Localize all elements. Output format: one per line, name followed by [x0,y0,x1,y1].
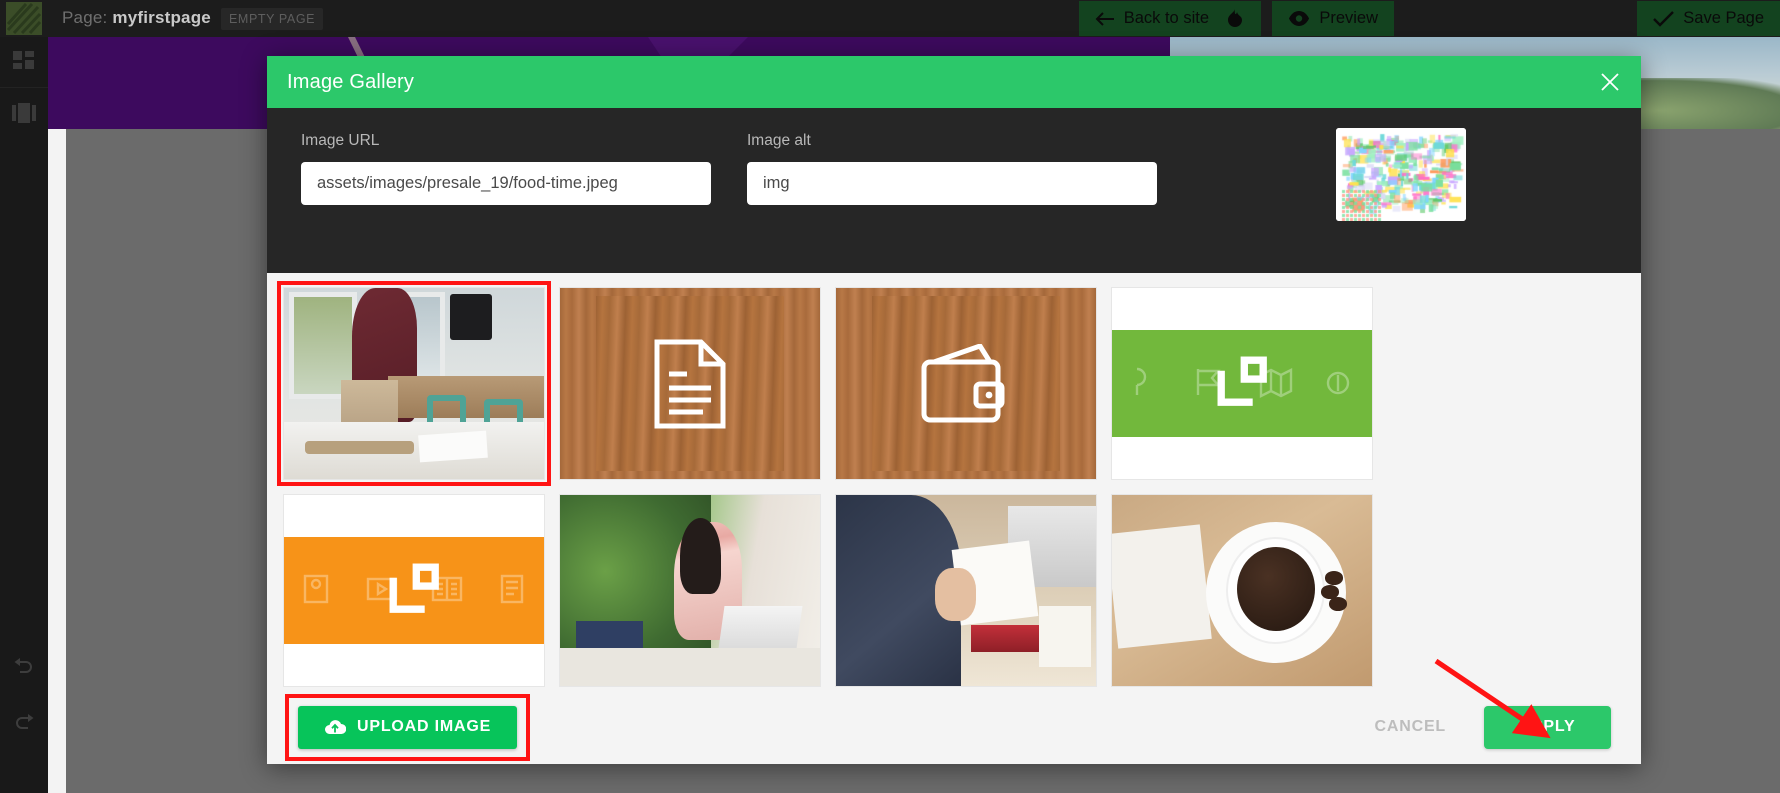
gallery-image-businessman-docs[interactable] [835,494,1097,687]
upload-image-label: UPLOAD IMAGE [357,718,492,735]
image-url-label: Image URL [301,132,380,149]
image-url-input[interactable] [301,162,711,205]
gallery-image-green-banner[interactable] [1111,287,1373,480]
gallery-image-woman-phone[interactable] [559,494,821,687]
gallery-image-thumb [284,288,544,479]
gallery-image-thumb [560,288,820,479]
gallery-image-thumb [836,495,1096,686]
upload-image-highlight: UPLOAD IMAGE [284,693,531,761]
modal-form: Image URL Image alt [267,108,1641,273]
cloud-upload-icon [325,720,346,734]
editor-app: Page: myfirstpage EMPTY PAGE Back to sit… [0,0,1780,793]
modal-title: Image Gallery [287,70,415,93]
close-button[interactable] [1597,69,1623,95]
gallery-image-thumb [836,288,1096,479]
gallery-image-coffee-cup[interactable] [1111,494,1373,687]
gallery-image-thumb [1112,288,1372,479]
apply-button[interactable]: APPLY [1484,705,1611,749]
gallery-image-thumb [284,495,544,686]
gallery-image-thumb [560,495,820,686]
modal-header: Image Gallery [267,56,1641,108]
modal-footer: UPLOAD IMAGE CANCEL APPLY [267,690,1641,764]
gallery-image-office-packing[interactable] [277,281,551,486]
modal-overlay: Image Gallery Image URL Image alt [0,0,1780,793]
cancel-button[interactable]: CANCEL [1361,708,1460,746]
image-alt-field-group: Image alt [747,132,1157,205]
selected-image-preview [1336,128,1466,221]
footer-actions: CANCEL APPLY [1361,705,1619,749]
image-url-field-group: Image URL [301,132,711,205]
gallery-image-orange-banner[interactable] [283,494,545,687]
upload-image-button[interactable]: UPLOAD IMAGE [298,705,518,749]
close-icon [1601,73,1619,91]
image-gallery-grid [267,273,1641,690]
gallery-image-wood-document[interactable] [559,287,821,480]
image-gallery-modal: Image Gallery Image URL Image alt [267,56,1641,764]
image-alt-label: Image alt [747,132,811,149]
gallery-image-thumb [1112,495,1372,686]
image-alt-input[interactable] [747,162,1157,205]
gallery-image-wood-wallet[interactable] [835,287,1097,480]
preview-thumbnail-canvas [1336,128,1466,221]
